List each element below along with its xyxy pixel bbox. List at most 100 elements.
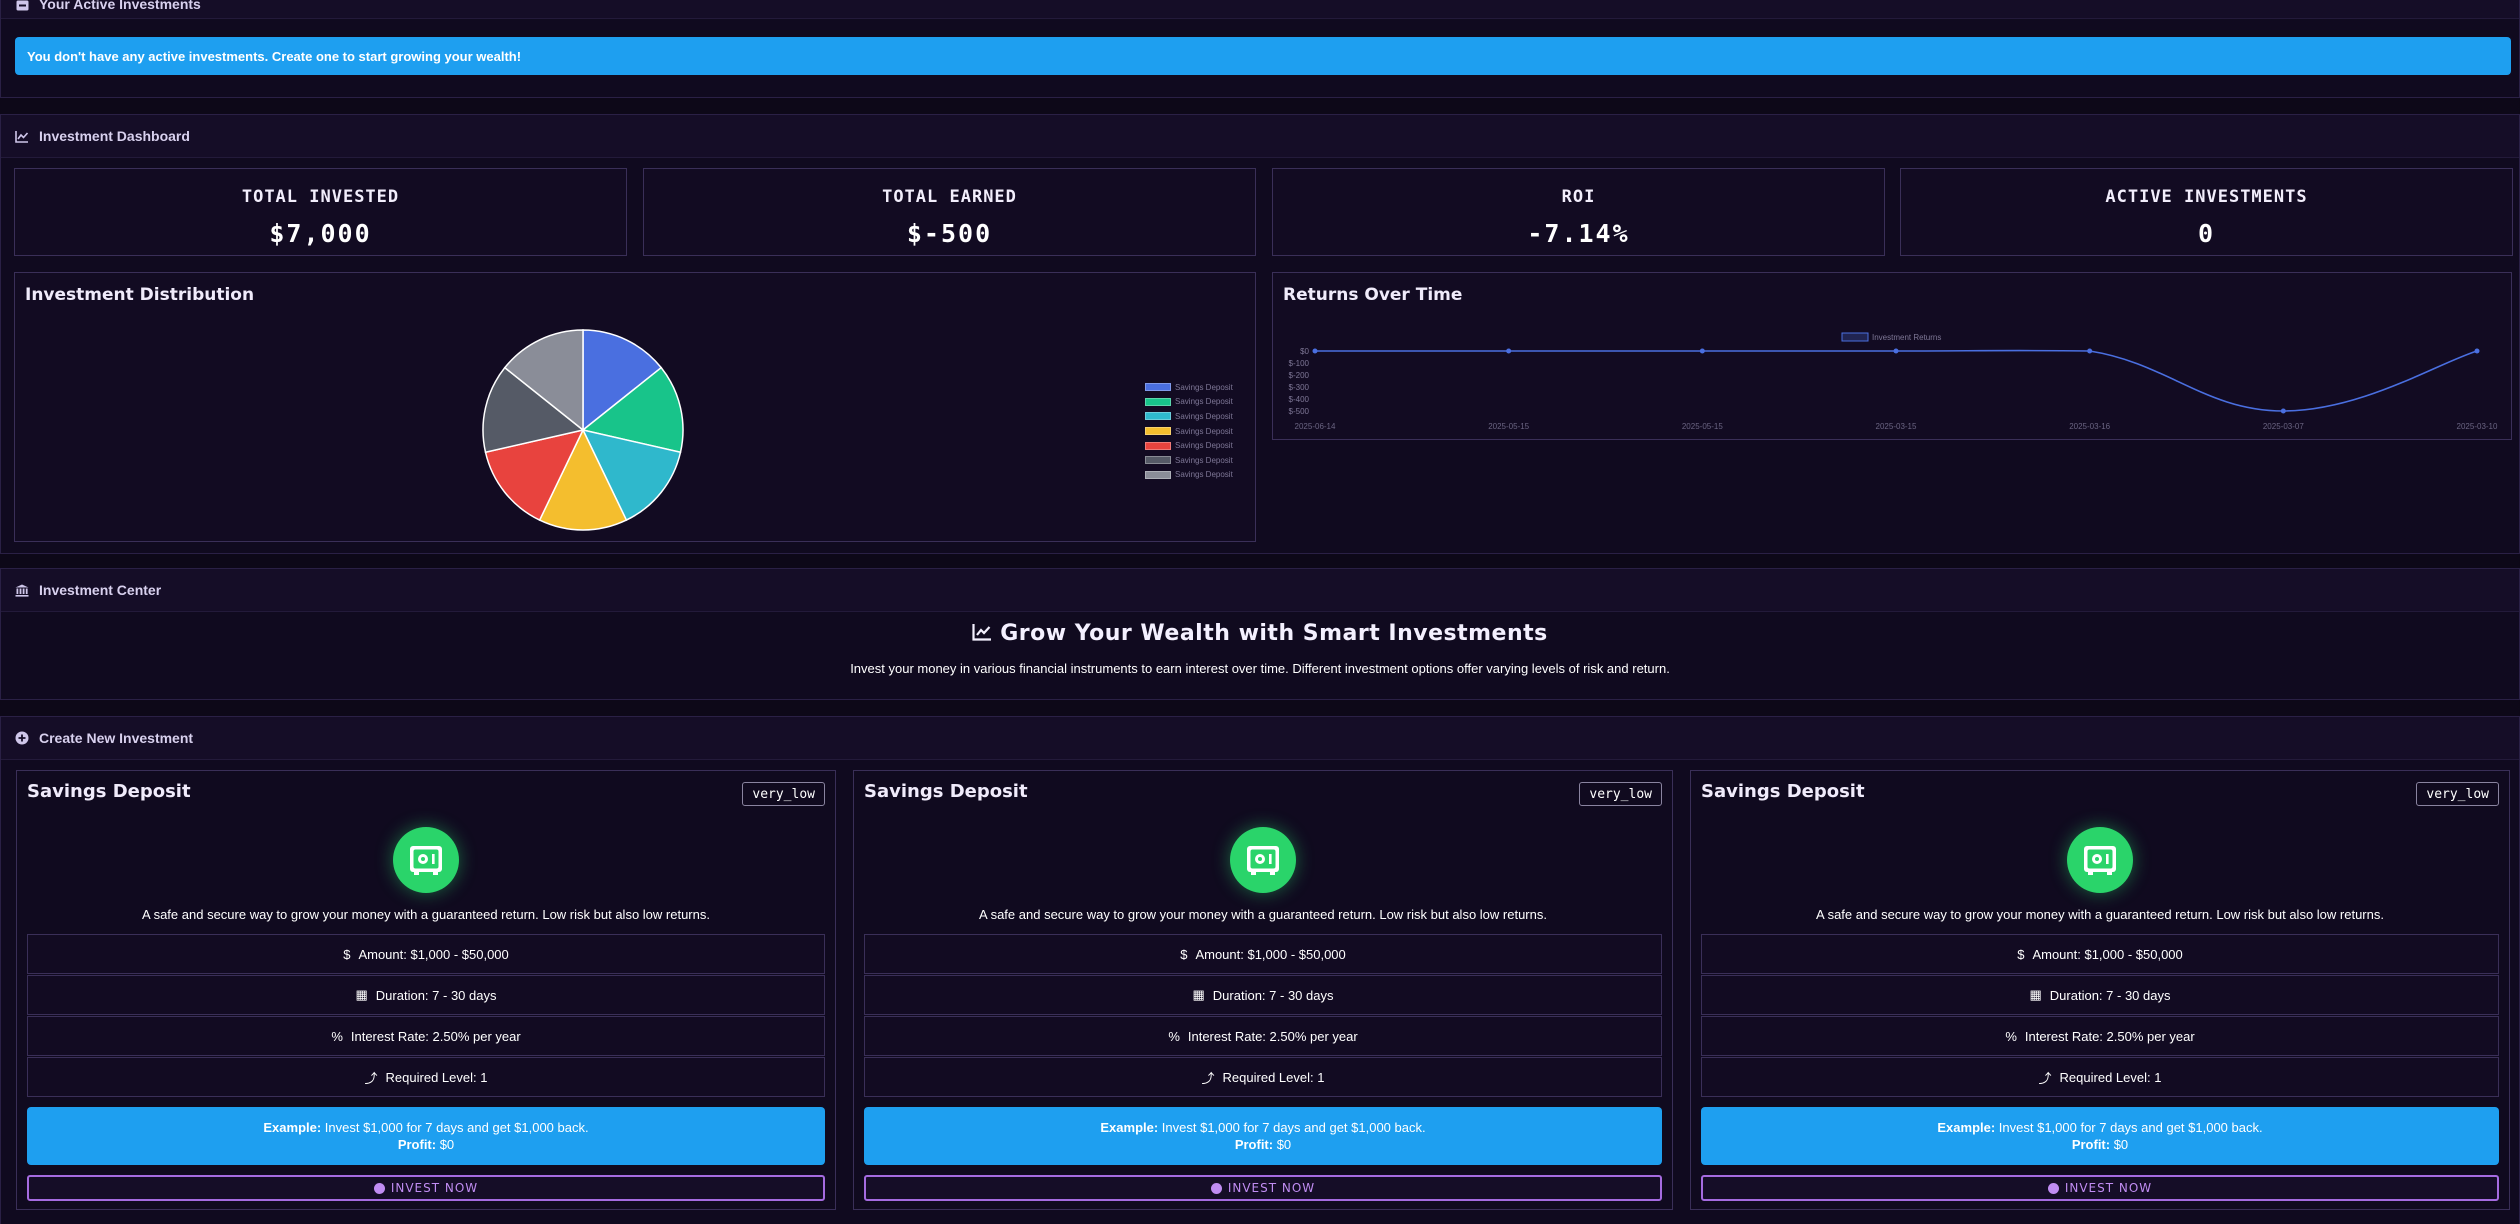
y-tick-label: $-400: [1289, 395, 1310, 404]
stat-value: -7.14%: [1527, 219, 1630, 248]
x-tick-label: 2025-05-15: [1682, 422, 1723, 431]
investment-card: Savings Deposit very_low A safe and secu…: [16, 770, 836, 1210]
invest-now-button[interactable]: INVEST NOW: [27, 1175, 825, 1201]
stat-value: $-500: [906, 219, 993, 248]
example-box: Example: Invest $1,000 for 7 days and ge…: [1701, 1107, 2499, 1165]
investment-center-header: Investment Center: [1, 569, 2519, 612]
headline-text: Grow Your Wealth with Smart Investments: [1000, 621, 1548, 646]
card-title: Savings Deposit: [864, 781, 1028, 802]
safe-icon: [2067, 827, 2133, 893]
coin-icon: [373, 1182, 385, 1194]
stat-total-earned: TOTAL EARNED $-500: [643, 168, 1256, 256]
y-tick-label: $-100: [1289, 359, 1310, 368]
investment-dashboard-title: Investment Dashboard: [39, 128, 190, 144]
data-point: [2474, 348, 2480, 354]
no-investments-alert: You don't have any active investments. C…: [15, 37, 2511, 75]
percent-icon: %: [2005, 1028, 2017, 1044]
example-label: Example:: [1100, 1120, 1159, 1135]
level-up-icon: ⤴: [364, 1070, 378, 1086]
x-tick-label: 2025-06-14: [1295, 422, 1336, 431]
invest-now-label: INVEST NOW: [2064, 1181, 2153, 1195]
x-tick-label: 2025-03-07: [2263, 422, 2304, 431]
investment-center-title: Investment Center: [39, 582, 162, 598]
calendar-icon: ▦: [2029, 987, 2042, 1002]
stat-label: ROI: [1561, 187, 1596, 207]
interest-row: % Interest Rate: 2.50% per year: [1701, 1016, 2499, 1056]
interest-row: % Interest Rate: 2.50% per year: [27, 1016, 825, 1056]
safe-icon: [1230, 827, 1296, 893]
x-tick-label: 2025-03-16: [2069, 422, 2110, 431]
amount-row: $ Amount: $1,000 - $50,000: [27, 934, 825, 974]
profit-label: Profit:: [2071, 1137, 2111, 1152]
duration-row: ▦ Duration: 7 - 30 days: [864, 975, 1662, 1015]
profit-text: $0: [2110, 1137, 2129, 1152]
duration-row: ▦ Duration: 7 - 30 days: [1701, 975, 2499, 1015]
create-investment-title: Create New Investment: [39, 730, 194, 746]
legend-item: Savings Deposit: [1145, 468, 1233, 483]
legend-label: Investment Returns: [1872, 333, 1941, 342]
coin-icon: [1210, 1182, 1222, 1194]
investment-center-subtext: Invest your money in various financial i…: [850, 661, 1670, 676]
pie-legend: Savings Deposit Savings Deposit Savings De…: [1145, 380, 1233, 482]
calendar-icon: ▦: [355, 987, 368, 1002]
legend-label: Savings Deposit: [1175, 382, 1233, 392]
series-line: [1315, 349, 2478, 412]
level-text: Required Level: 1: [1222, 1069, 1325, 1085]
stat-value: 0: [2197, 219, 2216, 248]
level-up-icon: ⤴: [1201, 1070, 1215, 1086]
data-point: [1506, 348, 1512, 354]
invest-now-label: INVEST NOW: [390, 1181, 479, 1195]
profit-label: Profit:: [1234, 1137, 1274, 1152]
x-tick-label: 2025-03-10: [2457, 422, 2498, 431]
investment-card: Savings Deposit very_low A safe and secu…: [1690, 770, 2510, 1210]
line-chart: $0 $-100 $-200 $-300 $-400 $-500 2025-06-14 202…: [1289, 332, 2498, 431]
create-investment-header: Create New Investment: [1, 717, 2519, 760]
card-title: Savings Deposit: [27, 781, 191, 802]
example-label: Example:: [1937, 1120, 1996, 1135]
percent-icon: %: [331, 1028, 343, 1044]
wallet-icon: [15, 0, 29, 12]
level-text: Required Level: 1: [2059, 1069, 2162, 1085]
level-row: ⤴ Required Level: 1: [27, 1057, 825, 1097]
returns-over-time-chart: Returns Over Time $0 $-100 $-200 $-300 $-400…: [1272, 272, 2512, 440]
investment-card: Savings Deposit very_low A safe and secu…: [853, 770, 1673, 1210]
example-text: Invest $1,000 for 7 days and get $1,000 …: [1995, 1120, 2263, 1135]
amount-text: Amount: $1,000 - $50,000: [1195, 946, 1346, 962]
risk-badge: very_low: [742, 782, 825, 806]
x-tick-label: 2025-05-15: [1488, 422, 1529, 431]
active-investments-title: Your Active Investments: [39, 0, 201, 12]
amount-text: Amount: $1,000 - $50,000: [2032, 946, 2183, 962]
risk-badge: very_low: [2416, 782, 2499, 806]
level-row: ⤴ Required Level: 1: [864, 1057, 1662, 1097]
example-box: Example: Invest $1,000 for 7 days and ge…: [27, 1107, 825, 1165]
y-tick-label: $-200: [1289, 371, 1310, 380]
coin-icon: [2047, 1182, 2059, 1194]
y-tick-label: $0: [1300, 347, 1309, 356]
data-point: [1312, 348, 1318, 354]
stat-label: TOTAL EARNED: [882, 187, 1017, 207]
stat-active-investments: ACTIVE INVESTMENTS 0: [1900, 168, 2513, 256]
legend-item: Savings Deposit: [1145, 453, 1233, 468]
legend-item: Savings Deposit: [1145, 424, 1233, 439]
example-text: Invest $1,000 for 7 days and get $1,000 …: [1158, 1120, 1426, 1135]
legend-label: Savings Deposit: [1175, 470, 1233, 480]
legend-item: Savings Deposit: [1145, 438, 1233, 453]
duration-row: ▦ Duration: 7 - 30 days: [27, 975, 825, 1015]
investment-distribution-chart: Investment Distribution: [14, 272, 1256, 542]
y-tick-label: $-500: [1289, 407, 1310, 416]
legend-item: Savings Deposit: [1145, 380, 1233, 395]
level-row: ⤴ Required Level: 1: [1701, 1057, 2499, 1097]
amount-row: $ Amount: $1,000 - $50,000: [864, 934, 1662, 974]
invest-now-button[interactable]: INVEST NOW: [1701, 1175, 2499, 1201]
invest-now-label: INVEST NOW: [1227, 1181, 1316, 1195]
legend-label: Savings Deposit: [1175, 397, 1233, 407]
y-tick-label: $-300: [1289, 383, 1310, 392]
legend-label: Savings Deposit: [1175, 455, 1233, 465]
safe-icon: [393, 827, 459, 893]
stat-total-invested: TOTAL INVESTED $7,000: [14, 168, 627, 256]
invest-now-button[interactable]: INVEST NOW: [864, 1175, 1662, 1201]
data-point: [1893, 348, 1899, 354]
card-description: A safe and secure way to grow your money…: [1816, 907, 2384, 922]
legend-swatch: [1145, 427, 1171, 436]
legend-swatch: [1145, 383, 1171, 392]
